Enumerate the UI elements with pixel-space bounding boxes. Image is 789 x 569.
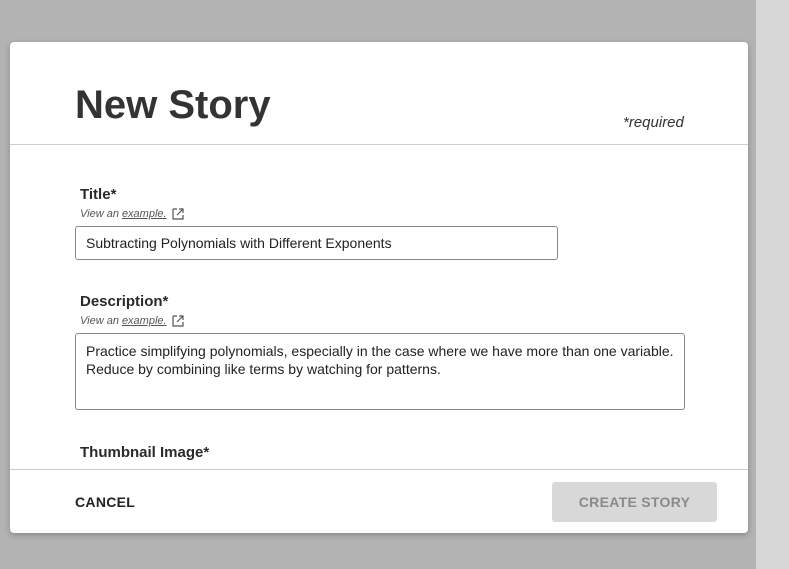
thumbnail-label: Thumbnail Image* bbox=[80, 444, 210, 461]
backdrop-right-panel bbox=[756, 0, 789, 569]
dialog-title: New Story bbox=[75, 83, 271, 127]
title-input[interactable]: Subtracting Polynomials with Different E… bbox=[75, 226, 558, 260]
description-example-link[interactable]: example. bbox=[122, 315, 167, 327]
external-link-icon[interactable] bbox=[171, 315, 184, 327]
create-story-button[interactable]: CREATE STORY bbox=[552, 482, 717, 522]
description-example-prefix: View an bbox=[80, 315, 119, 327]
title-example-prefix: View an bbox=[80, 208, 119, 220]
description-label: Description* bbox=[80, 293, 169, 310]
title-label: Title* bbox=[80, 186, 117, 203]
external-link-icon[interactable] bbox=[171, 208, 184, 220]
title-example-hint: View an example. bbox=[80, 208, 184, 220]
dialog-header: New Story *required bbox=[10, 42, 748, 145]
description-example-hint: View an example. bbox=[80, 315, 184, 327]
dialog-body[interactable]: Title* View an example. Subtracting Poly… bbox=[10, 145, 748, 469]
dialog-footer: CANCEL CREATE STORY bbox=[10, 469, 748, 533]
title-example-link[interactable]: example. bbox=[122, 208, 167, 220]
cancel-button[interactable]: CANCEL bbox=[75, 494, 135, 510]
description-textarea[interactable]: Practice simplifying polynomials, especi… bbox=[75, 333, 685, 410]
new-story-dialog: New Story *required Title* View an examp… bbox=[10, 42, 748, 533]
required-note: *required bbox=[623, 114, 684, 131]
